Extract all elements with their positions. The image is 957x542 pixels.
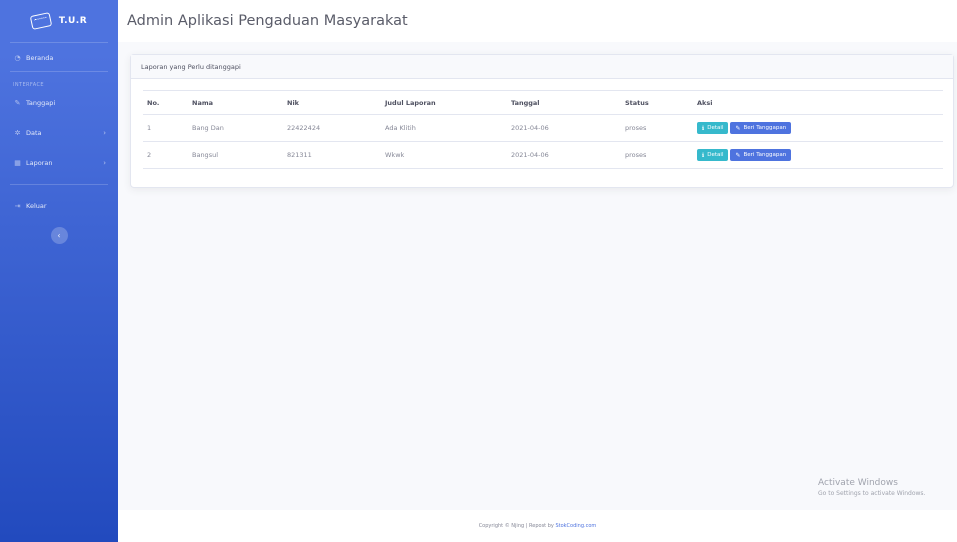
tachometer-icon: ◔ <box>14 54 21 62</box>
detail-button[interactable]: ℹ Detail <box>697 122 729 134</box>
table-row: 2 Bangsul 821311 Wkwk 2021-04-06 proses … <box>143 141 943 169</box>
sidebar-item-label: Laporan <box>26 159 53 167</box>
table-header-row: No. Nama Nik Judul Laporan Tanggal Statu… <box>143 90 943 115</box>
sidebar-item-label: Data <box>26 129 42 137</box>
gear-icon: ✲ <box>14 129 21 137</box>
column-header: No. <box>143 90 188 115</box>
sidebar-item-label: Beranda <box>26 54 54 62</box>
cell-actions: ℹ Detail ✎ Beri Tanggapan <box>693 114 943 142</box>
table-row: 1 Bang Dan 22422424 Ada Klitih 2021-04-0… <box>143 114 943 142</box>
keyboard-icon <box>29 12 53 30</box>
info-icon: ℹ <box>702 151 705 159</box>
page-title: Admin Aplikasi Pengaduan Masyarakat <box>127 13 408 29</box>
cell-status: proses <box>621 114 693 142</box>
cell-nik: 22422424 <box>283 114 381 142</box>
cell-no: 2 <box>143 141 188 169</box>
sidebar: T.U.R ◔ Beranda INTERFACE ✎ Tanggapi ✲ D… <box>0 0 118 542</box>
column-header: Tanggal <box>507 90 621 115</box>
windows-activation-watermark: Activate Windows Go to Settings to activ… <box>818 478 925 497</box>
cell-tanggal: 2021-04-06 <box>507 114 621 142</box>
sidebar-brand[interactable]: T.U.R <box>0 0 118 42</box>
cell-no: 1 <box>143 114 188 142</box>
reports-table: No. Nama Nik Judul Laporan Tanggal Statu… <box>143 90 943 169</box>
edit-icon: ✎ <box>14 99 21 107</box>
chevron-left-icon: ‹ <box>57 231 61 240</box>
table-icon: ▦ <box>14 159 21 167</box>
watermark-title: Activate Windows <box>818 478 898 488</box>
sidebar-divider <box>10 42 108 43</box>
sidebar-item-beranda[interactable]: ◔ Beranda <box>0 45 118 71</box>
cell-nama: Bang Dan <box>188 114 283 142</box>
sidebar-item-laporan[interactable]: ▦ Laporan › <box>0 150 118 176</box>
column-header: Status <box>621 90 693 115</box>
column-header: Aksi <box>693 90 943 115</box>
respond-button[interactable]: ✎ Beri Tanggapan <box>730 149 792 161</box>
footer-link[interactable]: StokCoding.com <box>555 523 596 529</box>
watermark-subtitle: Go to Settings to activate Windows. <box>818 490 926 497</box>
chevron-right-icon: › <box>103 129 106 137</box>
sidebar-item-data[interactable]: ✲ Data › <box>0 120 118 146</box>
info-icon: ℹ <box>702 124 705 132</box>
sidebar-item-keluar[interactable]: ⇥ Keluar <box>0 193 118 219</box>
sidebar-divider <box>10 184 108 185</box>
sidebar-heading: INTERFACE <box>13 82 44 88</box>
topbar: Admin Aplikasi Pengaduan Masyarakat <box>118 0 957 42</box>
footer-copyright: Copyright © Njing | Repost by <box>478 523 554 529</box>
cell-nama: Bangsul <box>188 141 283 169</box>
respond-button-label: Beri Tanggapan <box>743 152 787 158</box>
sidebar-item-label: Keluar <box>26 202 47 210</box>
logout-icon: ⇥ <box>14 202 21 210</box>
column-header: Nama <box>188 90 283 115</box>
cell-judul: Ada Klitih <box>381 114 507 142</box>
sidebar-toggle-button[interactable]: ‹ <box>50 227 68 244</box>
cell-tanggal: 2021-04-06 <box>507 141 621 169</box>
edit-icon: ✎ <box>735 124 741 132</box>
respond-button[interactable]: ✎ Beri Tanggapan <box>730 122 792 134</box>
respond-button-label: Beri Tanggapan <box>743 125 787 131</box>
detail-button-label: Detail <box>707 152 724 158</box>
cell-judul: Wkwk <box>381 141 507 169</box>
column-header: Nik <box>283 90 381 115</box>
cell-status: proses <box>621 141 693 169</box>
column-header: Judul Laporan <box>381 90 507 115</box>
edit-icon: ✎ <box>735 151 741 159</box>
sidebar-item-tanggapi[interactable]: ✎ Tanggapi <box>0 90 118 116</box>
chevron-right-icon: › <box>103 159 106 167</box>
card-title: Laporan yang Perlu ditanggapi <box>131 55 953 79</box>
footer: Copyright © Njing | Repost by StokCoding… <box>118 510 957 542</box>
cell-actions: ℹ Detail ✎ Beri Tanggapan <box>693 141 943 169</box>
detail-button[interactable]: ℹ Detail <box>697 149 729 161</box>
sidebar-item-label: Tanggapi <box>26 99 56 107</box>
brand-name: T.U.R <box>58 16 88 26</box>
cell-nik: 821311 <box>283 141 381 169</box>
detail-button-label: Detail <box>707 125 724 131</box>
reports-card: Laporan yang Perlu ditanggapi No. Nama N… <box>130 54 954 188</box>
